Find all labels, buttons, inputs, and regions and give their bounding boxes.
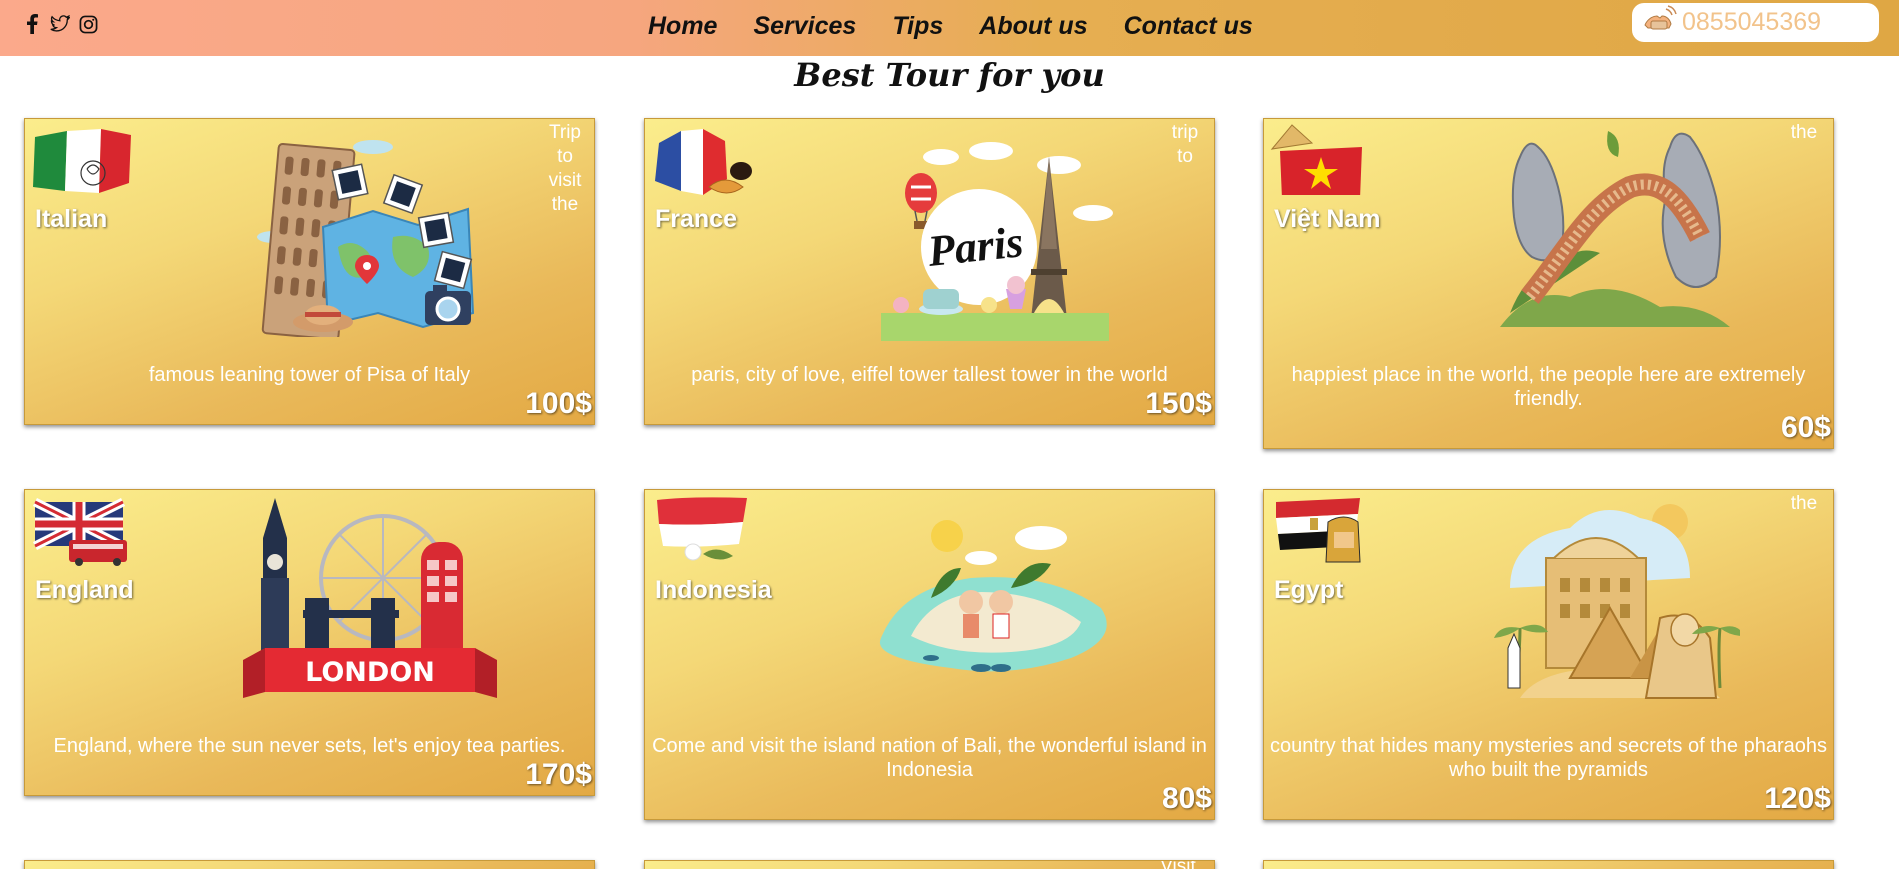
paris-eiffel-illustration: Paris: [881, 129, 1121, 349]
corner-text: the: [1781, 121, 1827, 145]
section-title: Best Tour for you: [794, 56, 1105, 94]
tour-description: happiest place in the world, the people …: [1291, 364, 1806, 410]
corner-word: to: [1177, 146, 1193, 167]
tour-price: 150$: [1145, 387, 1212, 420]
facebook-icon[interactable]: [22, 14, 42, 34]
nav-home[interactable]: Home: [630, 8, 735, 45]
corner-word: trip: [1171, 122, 1199, 143]
nav-about-us[interactable]: About us: [961, 8, 1105, 45]
pisa-tower-map-illustration: [243, 127, 523, 342]
tour-card-italy[interactable]: Italian Trip to visit the famous leaning…: [24, 118, 595, 425]
corner-word: visit: [548, 170, 582, 191]
nav-contact-us[interactable]: Contact us: [1106, 8, 1271, 45]
vietnam-flag-icon: [1270, 123, 1374, 199]
country-name: Việt Nam: [1274, 205, 1381, 233]
egypt-flag-icon: [1270, 494, 1374, 566]
tour-description: famous leaning tower of Pisa of Italy: [148, 364, 471, 386]
tour-description: England, where the sun never sets, let's…: [53, 735, 566, 757]
corner-word: the: [1790, 493, 1818, 514]
social-links: [22, 14, 98, 34]
svg-text:LONDON: LONDON: [305, 657, 435, 688]
tour-price: 80$: [1161, 782, 1212, 815]
country-name: Indonesia: [655, 576, 772, 604]
svg-text:Paris: Paris: [925, 217, 1026, 276]
corner-text: the: [1781, 492, 1827, 516]
tour-description: Come and visit the island nation of Bali…: [652, 735, 1207, 781]
tour-card-partial-1[interactable]: [24, 860, 595, 869]
indonesia-flag-icon: [651, 494, 755, 566]
phone-box[interactable]: 0855045369: [1632, 3, 1879, 42]
tour-card-partial-2[interactable]: Visit: [644, 860, 1215, 869]
tour-price: 120$: [1764, 782, 1831, 815]
uk-flag-icon: [31, 494, 135, 566]
italy-flag-icon: [31, 123, 135, 195]
bali-island-illustration: [871, 518, 1121, 693]
tour-price: 100$: [525, 387, 592, 420]
corner-word: the: [551, 194, 579, 215]
nav-services[interactable]: Services: [735, 8, 874, 45]
phone-call-icon: [1640, 5, 1678, 37]
country-name: Italian: [35, 205, 108, 233]
tour-card-vietnam[interactable]: Việt Nam the happiest place in the world…: [1263, 118, 1834, 449]
tour-description: country that hides many mysteries and se…: [1270, 735, 1827, 781]
nav-tips[interactable]: Tips: [874, 8, 961, 45]
country-name: Egypt: [1274, 576, 1344, 604]
corner-word: Visit: [1148, 861, 1208, 869]
tour-card-indonesia[interactable]: Indonesia Come and visit the island nati…: [644, 489, 1215, 820]
golden-bridge-illustration: [1490, 127, 1740, 342]
tour-card-partial-3[interactable]: [1263, 860, 1834, 869]
twitter-icon[interactable]: [50, 14, 70, 34]
egypt-pyramids-illustration: [1480, 498, 1744, 713]
france-flag-icon: [651, 123, 755, 195]
tour-card-france[interactable]: France trip to Paris paris, city of love…: [644, 118, 1215, 425]
corner-word: Trip: [548, 122, 582, 143]
instagram-icon[interactable]: [78, 14, 98, 34]
corner-text: Trip to visit the: [542, 121, 588, 217]
tour-price: 170$: [525, 758, 592, 791]
corner-word: to: [557, 146, 573, 167]
corner-word: the: [1790, 122, 1818, 143]
country-name: England: [35, 576, 134, 604]
tour-card-egypt[interactable]: Egypt the country that hides many myster…: [1263, 489, 1834, 820]
top-bar: Home Services Tips About us Contact us 0…: [0, 0, 1899, 56]
tour-description: paris, city of love, eiffel tower talles…: [691, 364, 1168, 386]
corner-text: trip to: [1162, 121, 1208, 169]
tour-card-england[interactable]: England LONDON England, where the sun ne…: [24, 489, 595, 796]
tour-price: 60$: [1780, 411, 1831, 444]
phone-number: 0855045369: [1682, 8, 1822, 36]
london-bigben-illustration: LONDON: [243, 498, 523, 708]
country-name: France: [655, 205, 737, 233]
main-nav: Home Services Tips About us Contact us: [630, 8, 1271, 45]
corner-text: Visit: [1148, 861, 1208, 869]
